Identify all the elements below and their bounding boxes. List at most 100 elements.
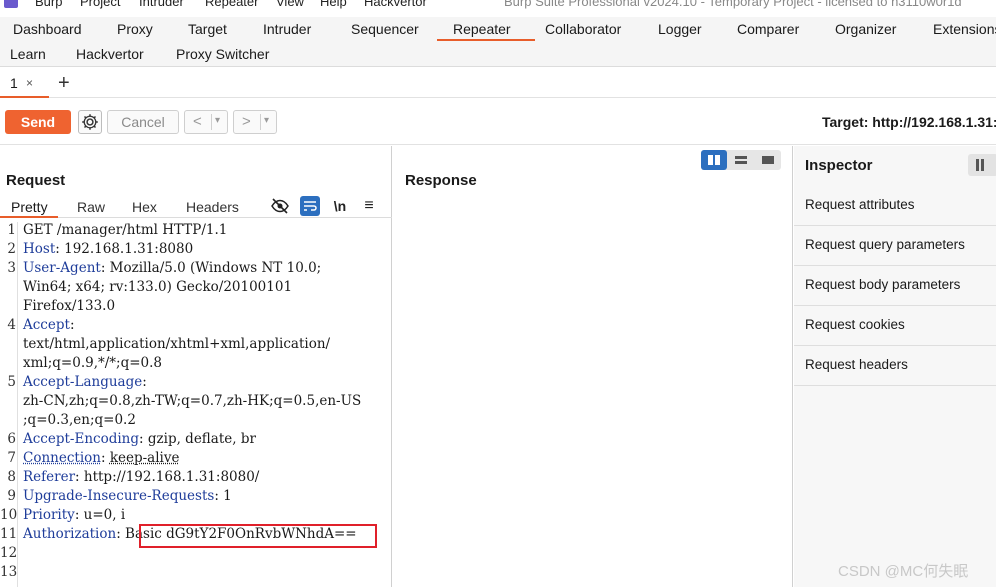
code-line[interactable]: 2 Host: 192.168.1.31:8080 [0,241,392,260]
window-title: Burp Suite Professional v2024.10 - Tempo… [504,0,962,9]
chevron-down-icon[interactable]: ▾ [215,115,220,126]
menu-repeater[interactable]: Repeater [205,0,258,9]
panel-icon [976,159,990,171]
code-line[interactable]: text/html,application/xhtml+xml,applicat… [0,336,392,355]
tab-proxy[interactable]: Proxy [117,21,153,37]
header-separator: : [55,241,64,257]
code-line[interactable]: ;q=0.3,en;q=0.2 [0,412,392,431]
code-line[interactable]: 8 Referer: http://192.168.1.31:8080/ [0,469,392,488]
settings-button[interactable] [78,110,102,134]
inspector-request-attributes[interactable]: Request attributes [794,186,996,226]
header-name: Authorization [23,526,116,542]
tab-organizer[interactable]: Organizer [835,21,896,37]
tab-dashboard[interactable]: Dashboard [13,21,82,37]
tab-proxy-switcher[interactable]: Proxy Switcher [176,46,269,62]
tab-target[interactable]: Target [188,21,227,37]
header-value: keep-alive [110,450,180,466]
code-line[interactable]: 9 Upgrade-Insecure-Requests: 1 [0,488,392,507]
inspector-item-label: Request body parameters [805,277,960,292]
header-value: text/html,application/xhtml+xml,applicat… [23,336,330,352]
header-separator: : [70,317,75,333]
close-icon[interactable]: × [26,76,33,90]
newline-toggle-icon[interactable]: \n [330,196,350,216]
tab-collaborator[interactable]: Collaborator [545,21,621,37]
header-value: u=0, i [84,507,126,523]
tab-comparer[interactable]: Comparer [737,21,799,37]
header-name: Accept-Encoding [23,431,139,447]
cancel-button[interactable]: Cancel [107,110,179,134]
tab-sequencer[interactable]: Sequencer [351,21,419,37]
layout-tabs-button[interactable] [755,150,781,170]
tab-pretty[interactable]: Pretty [11,199,48,215]
menu-bar: Burp Project Intruder Repeater View Help… [0,0,996,12]
tab-logger[interactable]: Logger [658,21,702,37]
tab-raw[interactable]: Raw [77,199,105,215]
chevron-down-icon[interactable]: ▾ [264,115,269,126]
line-text: Accept-Encoding: gzip, deflate, br [23,431,256,447]
inspector-item-label: Request cookies [805,317,905,332]
header-separator: : [116,526,125,542]
tab-repeater[interactable]: Repeater [453,21,511,37]
header-value: ;q=0.3,en;q=0.2 [23,412,136,428]
response-pane: Response [393,146,793,587]
forward-button[interactable]: > ▾ [233,110,277,134]
line-text: Accept: [23,317,75,333]
target-label[interactable]: Target: http://192.168.1.31:8080 [822,114,996,130]
code-line[interactable]: 5 Accept-Language: [0,374,392,393]
inspector-request-cookies[interactable]: Request cookies [794,306,996,346]
code-line[interactable]: 3 User-Agent: Mozilla/5.0 (Windows NT 10.… [0,260,392,279]
line-number: 11 [0,526,16,542]
code-line[interactable]: 7 Connection: keep-alive [0,450,392,469]
header-separator: : [139,431,148,447]
menu-icon[interactable]: ≡ [359,196,379,216]
add-tab-icon[interactable]: + [58,72,70,95]
layout-stacked-button[interactable] [728,150,754,170]
menu-burp[interactable]: Burp [35,0,62,9]
header-name: Connection [23,450,101,466]
inspector-request-headers[interactable]: Request headers [794,346,996,386]
code-line[interactable]: Firefox/133.0 [0,298,392,317]
tab-extensions[interactable]: Extensions [933,21,996,37]
menu-hackvertor[interactable]: Hackvertor [364,0,427,9]
columns-icon [707,155,721,165]
layout-side-by-side-button[interactable] [701,150,727,170]
code-line[interactable]: 4 Accept: [0,317,392,336]
menu-intruder[interactable]: Intruder [139,0,184,9]
code-line[interactable]: Win64; x64; rv:133.0) Gecko/20100101 [0,279,392,298]
send-button[interactable]: Send [5,110,71,134]
header-separator: : [75,469,84,485]
header-value: Firefox/133.0 [23,298,115,314]
tab-hackvertor[interactable]: Hackvertor [76,46,144,62]
tab-intruder[interactable]: Intruder [263,21,311,37]
inspector-request-body-parameters[interactable]: Request body parameters [794,266,996,306]
wrap-glyph-icon [300,196,320,216]
header-value: http://192.168.1.31:8080/ [84,469,259,485]
code-line[interactable]: 1 GET /manager/html HTTP/1.1 [0,222,392,241]
hide-icon[interactable] [270,196,290,216]
code-line[interactable]: 13 [0,564,392,583]
burp-logo-icon [4,0,18,8]
inspector-request-query-parameters[interactable]: Request query parameters [794,226,996,266]
code-line[interactable]: xml;q=0.9,*/*;q=0.8 [0,355,392,374]
code-line[interactable]: zh-CN,zh;q=0.8,zh-TW;q=0.7,zh-HK;q=0.5,e… [0,393,392,412]
wrap-lines-icon[interactable] [300,196,320,216]
tab-hex[interactable]: Hex [132,199,157,215]
menu-view[interactable]: View [276,0,304,9]
tool-tabs-row-1: Dashboard Proxy Target Intruder Sequence… [0,17,996,42]
tab-headers[interactable]: Headers [186,199,239,215]
line-number: 10 [0,507,16,523]
repeater-tab-1[interactable]: 1 × [0,68,49,98]
line-text: GET /manager/html HTTP/1.1 [23,222,227,238]
line-number: 4 [0,317,16,333]
menu-help[interactable]: Help [320,0,347,9]
line-text: Referer: http://192.168.1.31:8080/ [23,469,259,485]
line-text: User-Agent: Mozilla/5.0 (Windows NT 10.0… [23,260,321,276]
line-number: 7 [0,450,16,466]
header-value: Mozilla/5.0 (Windows NT 10.0; [110,260,322,276]
code-line[interactable]: 6 Accept-Encoding: gzip, deflate, br [0,431,392,450]
back-button[interactable]: < ▾ [184,110,228,134]
tab-learn[interactable]: Learn [10,46,46,62]
inspector-layout-toggle[interactable] [968,154,996,176]
line-number: 2 [0,241,16,257]
menu-project[interactable]: Project [80,0,120,9]
